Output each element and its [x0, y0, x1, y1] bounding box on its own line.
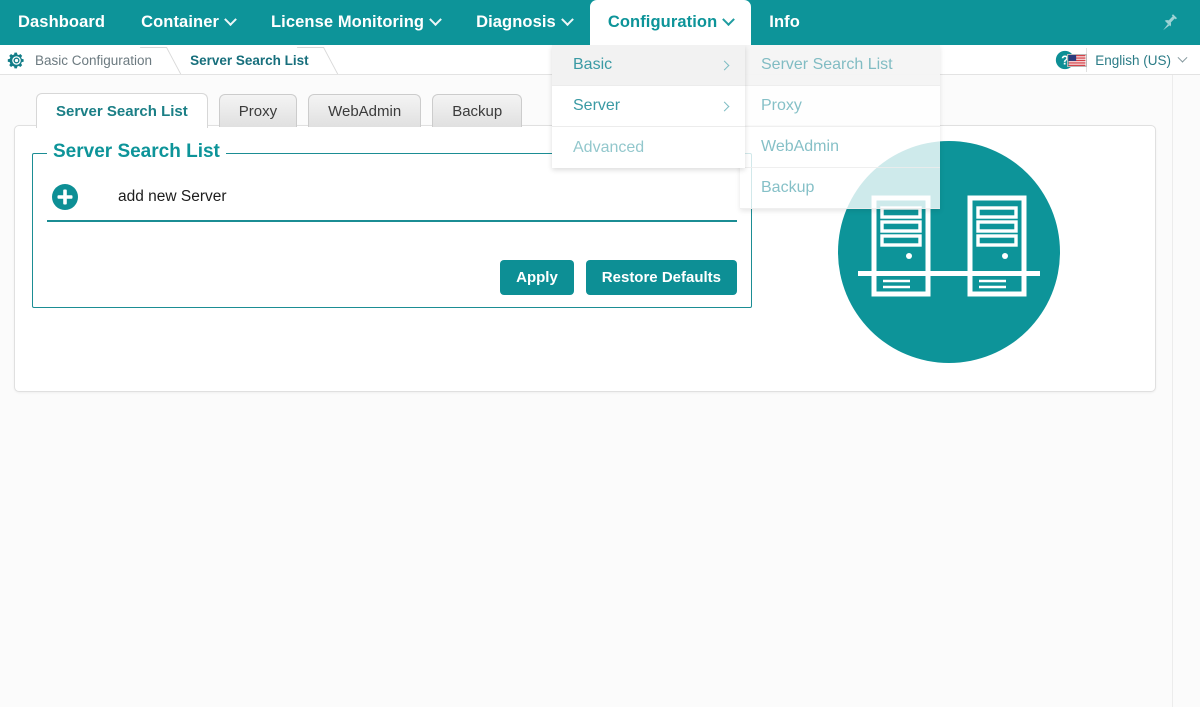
submenu-item-label: Server Search List	[761, 56, 893, 73]
dropdown-item-label: Basic	[573, 56, 613, 73]
server-search-list-fieldset: Server Search List add new Server Apply …	[32, 141, 752, 308]
submenu-item-label: Backup	[761, 179, 815, 196]
button-row: Apply Restore Defaults	[500, 260, 737, 295]
chevron-right-icon	[719, 101, 730, 111]
menu-item-configuration[interactable]: Configuration	[589, 0, 752, 45]
dropdown-item-basic[interactable]: Basic	[552, 45, 745, 86]
chevron-down-icon	[1177, 52, 1188, 63]
restore-defaults-button[interactable]: Restore Defaults	[585, 260, 737, 295]
dropdown-item-server[interactable]: Server	[552, 86, 745, 127]
configuration-dropdown-panel: Basic Server Advanced	[552, 45, 745, 168]
us-flag-icon	[1067, 53, 1088, 67]
dropdown-item-advanced[interactable]: Advanced	[552, 127, 745, 168]
gear-icon	[7, 52, 24, 68]
dropdown-item-label: Advanced	[573, 138, 645, 156]
menu-item-list: Dashboard Container License Monitoring D…	[0, 0, 1200, 45]
tab-server-search-list[interactable]: Server Search List	[36, 93, 208, 128]
submenu-item-label: Proxy	[761, 97, 802, 114]
menu-item-label: Configuration	[607, 13, 718, 31]
pushpin-icon[interactable]	[1160, 12, 1182, 34]
submenu-item-server-search-list[interactable]: Server Search List	[740, 45, 940, 86]
main-content: Server Search List Proxy WebAdmin Backup…	[0, 75, 1200, 707]
menu-item-label: Container	[141, 13, 219, 31]
chevron-right-icon	[719, 60, 730, 70]
chevron-down-icon	[722, 13, 736, 27]
tab-label: WebAdmin	[328, 102, 402, 120]
chevron-down-icon	[560, 13, 574, 27]
menu-item-label: Diagnosis	[476, 13, 556, 31]
tab-bar: Server Search List Proxy WebAdmin Backup	[36, 93, 523, 128]
menu-item-label: Dashboard	[18, 13, 106, 31]
tab-label: Backup	[452, 102, 503, 120]
language-selector[interactable]: English (US)	[1067, 45, 1188, 75]
tab-webadmin[interactable]: WebAdmin	[308, 94, 422, 127]
configuration-submenu-panel: Server Search List Proxy WebAdmin Backup	[740, 45, 940, 209]
breadcrumb-item-server-search-list[interactable]: Server Search List	[190, 45, 331, 75]
menu-item-label: Info	[769, 13, 800, 31]
apply-button[interactable]: Apply	[500, 260, 574, 295]
chevron-down-icon	[429, 13, 442, 27]
menu-item-dashboard[interactable]: Dashboard	[0, 0, 123, 45]
submenu-item-backup[interactable]: Backup	[740, 168, 940, 209]
tab-label: Proxy	[238, 102, 278, 120]
content-right-divider	[1172, 75, 1173, 707]
tab-label: Server Search List	[56, 102, 188, 120]
breadcrumb-label: Server Search List	[190, 52, 309, 68]
tab-backup[interactable]: Backup	[432, 94, 523, 127]
top-menu-bar: Dashboard Container License Monitoring D…	[0, 0, 1200, 45]
menu-item-info[interactable]: Info	[751, 0, 818, 45]
language-label: English (US)	[1095, 52, 1171, 68]
submenu-item-webadmin[interactable]: WebAdmin	[740, 127, 940, 168]
breadcrumb-label: Basic Configuration	[35, 52, 153, 68]
menu-item-label: License Monitoring	[271, 13, 425, 31]
menu-item-container[interactable]: Container	[123, 0, 253, 45]
breadcrumb-item-basic-configuration[interactable]: Basic Configuration	[35, 45, 174, 75]
fieldset-legend: Server Search List	[47, 141, 226, 163]
tab-proxy[interactable]: Proxy	[218, 94, 298, 127]
menu-item-diagnosis[interactable]: Diagnosis	[458, 0, 590, 45]
submenu-item-proxy[interactable]: Proxy	[740, 86, 940, 127]
dropdown-item-label: Server	[573, 97, 621, 114]
submenu-item-label: WebAdmin	[761, 138, 839, 155]
add-new-server-label: add new Server	[118, 188, 227, 205]
plus-circle-icon[interactable]	[51, 183, 79, 211]
menu-item-license-monitoring[interactable]: License Monitoring	[253, 0, 458, 45]
add-new-server-row[interactable]: add new Server	[47, 174, 737, 222]
chevron-down-icon	[224, 13, 237, 27]
